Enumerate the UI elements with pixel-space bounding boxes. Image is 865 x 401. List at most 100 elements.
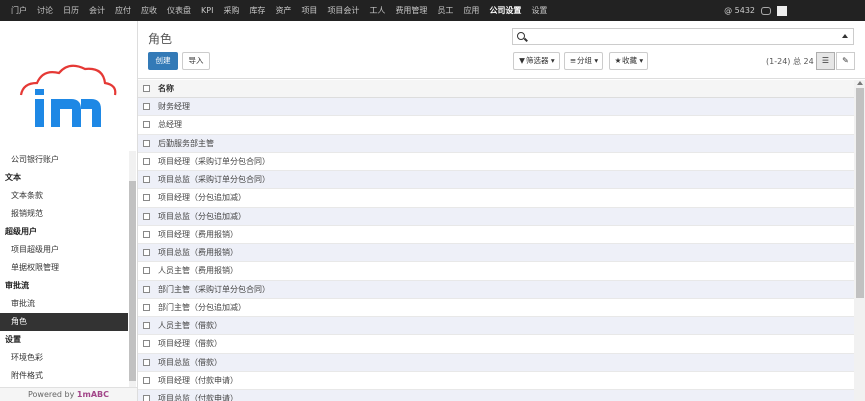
filter-button[interactable]: ▼筛选器 ▾ xyxy=(513,52,560,70)
form-view-button[interactable]: ✎ xyxy=(836,52,855,70)
sidebar-menu: 公司银行账户 文本 文本条款 报销规范 超级用户 项目超级用户 单据权限管理 审批流 审批流 角色… xyxy=(0,151,128,385)
row-checkbox[interactable] xyxy=(143,230,150,238)
import-button[interactable]: 导入 xyxy=(182,52,210,70)
table-row[interactable]: 项目总监（分包追加减） xyxy=(138,207,854,226)
top-menu-item[interactable]: 应收 xyxy=(136,0,162,21)
row-checkbox[interactable] xyxy=(143,212,150,220)
row-checkbox[interactable] xyxy=(143,303,150,311)
table-row[interactable]: 人员主管（借款） xyxy=(138,317,854,336)
sidebar-item[interactable]: 文本条款 xyxy=(0,187,128,205)
top-menu-item[interactable]: 项目 xyxy=(296,0,322,21)
chevron-down-icon: ▾ xyxy=(592,56,599,65)
row-checkbox[interactable] xyxy=(143,103,150,111)
sidebar-scrollbar-thumb[interactable] xyxy=(129,181,136,381)
top-menu-item[interactable]: 公司设置 xyxy=(484,0,526,21)
row-checkbox[interactable] xyxy=(143,249,150,257)
table-row[interactable]: 部门主管（采购订单分包合同） xyxy=(138,280,854,299)
table-row[interactable]: 后勤服务部主管 xyxy=(138,134,854,153)
edit-icon: ✎ xyxy=(842,56,849,65)
row-checkbox[interactable] xyxy=(143,139,150,147)
caret-up-icon[interactable] xyxy=(842,34,848,38)
table-row[interactable]: 项目总监（费用报销） xyxy=(138,244,854,263)
sidebar-item[interactable]: 附件格式 xyxy=(0,367,128,385)
scroll-up-icon[interactable] xyxy=(857,81,863,85)
avatar[interactable] xyxy=(777,5,787,16)
group-label: 分组 xyxy=(577,56,592,65)
table-row[interactable]: 项目经理（分包追加减） xyxy=(138,189,854,208)
table-row[interactable]: 部门主管（分包追加减） xyxy=(138,299,854,317)
top-menu-item[interactable]: 应用 xyxy=(458,0,484,21)
filter-label: 筛选器 xyxy=(526,56,549,65)
row-checkbox[interactable] xyxy=(143,267,150,275)
row-name: 项目总监（采购订单分包合同） xyxy=(158,175,270,185)
table-row[interactable]: 项目总监（借款） xyxy=(138,353,854,372)
table-row[interactable]: 项目总监（采购订单分包合同） xyxy=(138,171,854,190)
top-menu-item[interactable]: 门户 xyxy=(6,0,32,21)
top-navbar: 门户 讨论 日历 会计 应付 应收 仪表盘 KPI 采购 库存 资产 项目 项目会计 工人 费用管理 员工 应用… xyxy=(0,0,865,21)
row-checkbox[interactable] xyxy=(143,285,150,293)
top-menu-item[interactable]: 员工 xyxy=(432,0,458,21)
sidebar-item[interactable]: 项目超级用户 xyxy=(0,241,128,259)
sidebar-section-header: 设置 xyxy=(5,335,21,344)
chat-icon[interactable] xyxy=(761,6,771,15)
list-view-button[interactable]: ☰ xyxy=(816,52,835,70)
table-row[interactable]: 项目经理（采购订单分包合同） xyxy=(138,153,854,171)
sidebar-item[interactable]: 环境色彩 xyxy=(0,349,128,367)
list-scrollbar-thumb[interactable] xyxy=(856,88,864,298)
search-box[interactable] xyxy=(512,28,854,45)
row-name: 部门主管（分包追加减） xyxy=(158,302,246,312)
row-checkbox[interactable] xyxy=(143,358,150,366)
list-body: 财务经理总经理后勤服务部主管项目经理（采购订单分包合同） 项目总监（采购订单分包合… xyxy=(138,98,854,401)
row-checkbox[interactable] xyxy=(143,376,150,384)
select-all-checkbox[interactable] xyxy=(143,85,150,92)
top-menu-item[interactable]: 项目会计 xyxy=(322,0,364,21)
row-checkbox[interactable] xyxy=(143,395,150,401)
top-menu-item[interactable]: 采购 xyxy=(218,0,244,21)
top-menu-item[interactable]: 应付 xyxy=(110,0,136,21)
sidebar-item[interactable]: 单据权限管理 xyxy=(0,259,128,277)
sidebar-item[interactable]: 报销规范 xyxy=(0,205,128,223)
column-header-name[interactable]: 名称 xyxy=(158,83,174,94)
top-menu-item[interactable]: 讨论 xyxy=(32,0,58,21)
messages-counter[interactable]: @ 5432 xyxy=(724,6,755,15)
sidebar-item[interactable]: 审批流 xyxy=(0,295,128,313)
top-menu-item[interactable]: 费用管理 xyxy=(390,0,432,21)
table-row[interactable]: 总经理 xyxy=(138,116,854,135)
top-menu-item[interactable]: 设置 xyxy=(526,0,552,21)
table-row[interactable]: 项目经理（借款） xyxy=(138,335,854,354)
pager-value[interactable]: (1-24) 总 24 xyxy=(766,56,814,67)
powered-brand[interactable]: 1mABC xyxy=(77,390,109,399)
favorites-label: 收藏 xyxy=(622,56,637,65)
top-menu-item[interactable]: 工人 xyxy=(364,0,390,21)
sidebar-section-header: 超级用户 xyxy=(5,227,37,236)
create-button[interactable]: 创建 xyxy=(148,52,178,70)
table-row[interactable]: 财务经理 xyxy=(138,98,854,117)
top-menu-item[interactable]: KPI xyxy=(196,0,218,21)
row-checkbox[interactable] xyxy=(143,340,150,348)
row-checkbox[interactable] xyxy=(143,157,150,165)
sidebar-item[interactable]: 角色 xyxy=(0,313,128,331)
table-row[interactable]: 人员主管（费用报销） xyxy=(138,262,854,281)
top-menu-item[interactable]: 仪表盘 xyxy=(162,0,196,21)
top-menu-item[interactable]: 日历 xyxy=(58,0,84,21)
row-checkbox[interactable] xyxy=(143,322,150,330)
list-view: 名称 财务经理总经理后勤服务部主管项目经理（采购订单分包合同） 项目总监（采购订单… xyxy=(138,80,854,401)
sidebar-item[interactable]: 公司银行账户 xyxy=(0,151,128,169)
row-name: 后勤服务部主管 xyxy=(158,138,214,148)
top-menu-item[interactable]: 库存 xyxy=(244,0,270,21)
row-checkbox[interactable] xyxy=(143,176,150,184)
table-row[interactable]: 项目总监（付款申请） xyxy=(138,390,854,401)
table-row[interactable]: 项目经理（费用报销） xyxy=(138,226,854,244)
top-menu: 门户 讨论 日历 会计 应付 应收 仪表盘 KPI 采购 库存 资产 项目 项目会计 工人 费用管理 员工 应用… xyxy=(0,0,552,21)
group-button[interactable]: ≡分组 ▾ xyxy=(564,52,604,70)
search-input[interactable] xyxy=(529,30,829,43)
row-checkbox[interactable] xyxy=(143,121,150,129)
row-name: 项目总监（费用报销） xyxy=(158,248,238,258)
top-menu-item[interactable]: 资产 xyxy=(270,0,296,21)
row-checkbox[interactable] xyxy=(143,194,150,202)
favorites-button[interactable]: ★收藏 ▾ xyxy=(609,52,649,70)
row-name: 财务经理 xyxy=(158,102,190,112)
top-menu-item[interactable]: 会计 xyxy=(84,0,110,21)
sidebar: 公司银行账户 文本 文本条款 报销规范 超级用户 项目超级用户 单据权限管理 审批流 审批流 角色… xyxy=(0,21,138,401)
table-row[interactable]: 项目经理（付款申请） xyxy=(138,372,854,390)
